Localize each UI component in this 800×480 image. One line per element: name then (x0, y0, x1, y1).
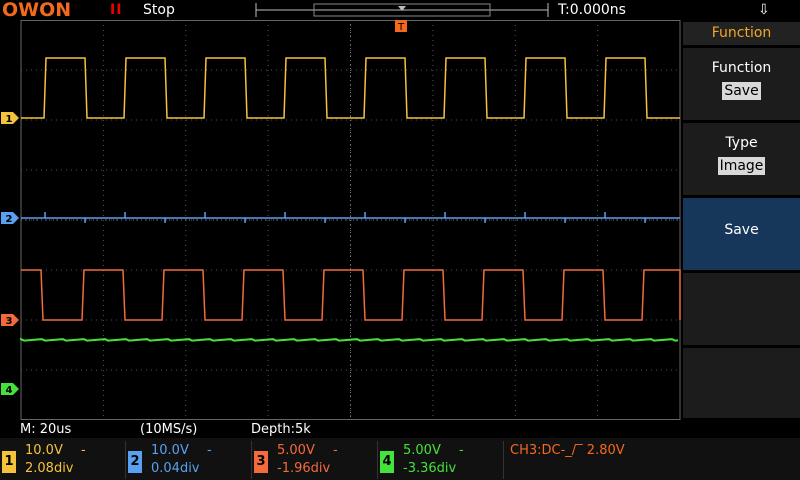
channel-4-waveform (20, 337, 679, 342)
channel-4-volts: 5.00V (403, 443, 441, 458)
type-label: Type (725, 135, 758, 151)
function-value: Save (722, 82, 761, 100)
function-menu-item[interactable]: Function Save (683, 48, 800, 120)
channel-4-marker: 4 (1, 383, 19, 396)
svg-text:T: T (397, 22, 405, 33)
pause-icon[interactable]: II (110, 0, 122, 20)
channel-1-coupling: - (81, 443, 86, 458)
svg-text:2: 2 (6, 214, 13, 225)
channel-4-coupling: - (459, 443, 464, 458)
memory-position-ruler[interactable] (254, 2, 550, 18)
channel-1-volts: 10.0V (25, 443, 63, 458)
empty-menu-slot-2[interactable] (683, 348, 800, 418)
sample-rate-label: (10MS/s) (140, 422, 198, 437)
channel-2-volts: 10.0V (151, 443, 189, 458)
channel-2-marker: 2 (1, 212, 19, 225)
channel-4-status[interactable]: 4 5.00V - -3.36div (378, 441, 504, 479)
usb-icon: ⇩ (758, 2, 770, 18)
channel-3-offset: -1.96div (277, 461, 331, 476)
owon-logo: OWON (2, 0, 72, 21)
waveform-display[interactable]: 1 2 3 4 T (0, 20, 681, 420)
channel-status-bar: 1 10.0V - 2.08div 2 10.0V - 0.04div 3 5.… (0, 438, 800, 480)
channel-3-volts: 5.00V (277, 443, 315, 458)
channel-2-offset: 0.04div (151, 461, 200, 476)
channel-2-status[interactable]: 2 10.0V - 0.04div (126, 441, 252, 479)
type-value: Image (717, 157, 766, 175)
empty-menu-slot-1[interactable] (683, 273, 800, 345)
channel-3-badge: 3 (254, 451, 268, 473)
svg-text:1: 1 (6, 114, 13, 125)
timebase-label[interactable]: M: 20us (20, 421, 71, 438)
type-menu-item[interactable]: Type Image (683, 123, 800, 195)
function-label: Function (711, 60, 772, 76)
function-menu: Function Function Save Type Image Save (681, 20, 800, 420)
channel-3-marker: 3 (1, 314, 19, 327)
top-status-bar: OWON II Stop T:0.000ns ⇩ (0, 0, 800, 20)
channel-4-offset: -3.36div (403, 461, 457, 476)
trigger-info[interactable]: CH3:DC-_/‾ 2.80V (510, 443, 625, 459)
menu-title: Function (683, 22, 800, 45)
svg-text:3: 3 (6, 316, 13, 327)
memory-depth-label: Depth:5k (251, 422, 311, 437)
channel-2-badge: 2 (128, 451, 142, 473)
svg-text:4: 4 (6, 385, 13, 396)
channel-1-offset: 2.08div (25, 461, 74, 476)
channel-2-coupling: - (207, 443, 212, 458)
channel-1-marker: 1 (1, 112, 19, 125)
channel-1-status[interactable]: 1 10.0V - 2.08div (0, 441, 126, 479)
channel-3-coupling: - (333, 443, 338, 458)
channel-markers: 1 2 3 4 (1, 112, 19, 396)
channel-1-badge: 1 (2, 451, 16, 473)
save-button[interactable]: Save (683, 198, 800, 270)
run-state-label: Stop (143, 2, 175, 18)
graticule (20, 20, 681, 420)
acquisition-info-row: M: 20us (10MS/s) Depth:5k (0, 421, 681, 438)
channel-4-badge: 4 (380, 451, 394, 473)
channel-3-status[interactable]: 3 5.00V - -1.96div (252, 441, 378, 479)
trigger-time-readout: T:0.000ns (558, 2, 626, 18)
trigger-marker-icon: T (395, 20, 407, 33)
